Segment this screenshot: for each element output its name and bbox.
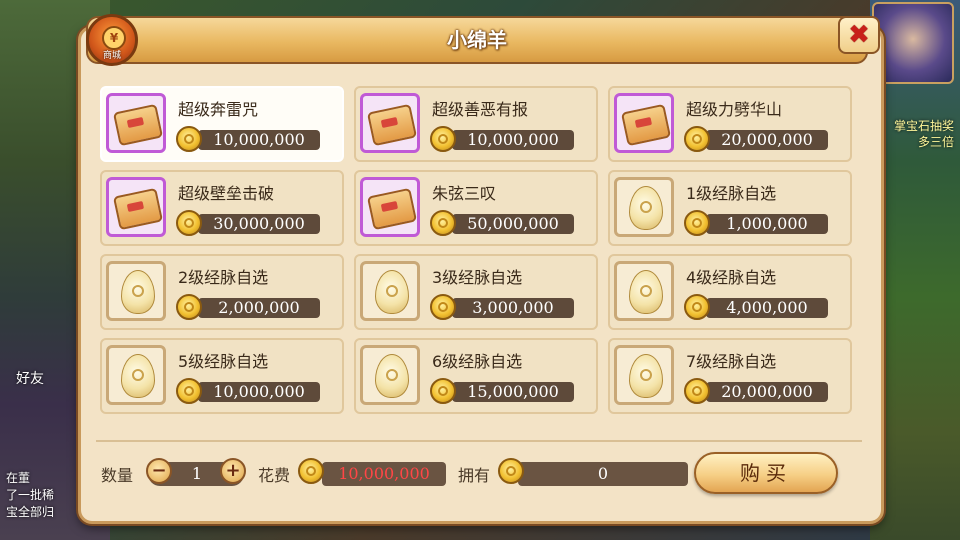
shop-item-card[interactable]: 超级奔雷咒 10,000,000 xyxy=(100,86,344,162)
item-price: 20,000,000 xyxy=(721,130,813,149)
owned-label: 拥有 xyxy=(458,466,491,485)
item-grid: 超级奔雷咒 10,000,000 超级善恶有报 10,000,000 超级力劈华山 20,… xyxy=(100,86,860,414)
shop-item-card[interactable]: 5级经脉自选 10,000,000 xyxy=(100,338,344,414)
scroll-icon xyxy=(112,103,163,147)
chat-line: 宝全部归 xyxy=(6,505,55,519)
item-name: 1级经脉自选 xyxy=(686,184,777,203)
close-button[interactable]: ✖ xyxy=(838,16,880,54)
shop-panel: 小绵羊 ¥ 商城 ✖ 超级奔雷咒 10,000,000 超级善恶有报 10,000,0… xyxy=(66,14,888,524)
item-price: 15,000,000 xyxy=(467,382,559,401)
item-icon-frame xyxy=(360,177,420,237)
item-name: 3级经脉自选 xyxy=(432,268,523,287)
gold-coin-icon xyxy=(298,458,324,484)
shop-item-card[interactable]: 7级经脉自选 20,000,000 xyxy=(608,338,852,414)
item-price: 4,000,000 xyxy=(726,298,808,317)
item-icon-frame xyxy=(360,93,420,153)
cost-label: 花费 xyxy=(258,466,291,485)
owned-value: 0 xyxy=(597,464,609,483)
item-price: 10,000,000 xyxy=(213,382,305,401)
item-icon-frame xyxy=(614,261,674,321)
item-name: 2级经脉自选 xyxy=(178,268,269,287)
egg-icon xyxy=(121,270,155,314)
quantity-minus-button[interactable]: − xyxy=(146,458,172,484)
shop-item-card[interactable]: 6级经脉自选 15,000,000 xyxy=(354,338,598,414)
item-price: 10,000,000 xyxy=(467,130,559,149)
item-price: 3,000,000 xyxy=(472,298,554,317)
item-icon-frame xyxy=(106,177,166,237)
scroll-icon xyxy=(620,103,671,147)
item-name: 朱弦三叹 xyxy=(432,184,497,203)
item-price: 50,000,000 xyxy=(467,214,559,233)
item-name: 超级善恶有报 xyxy=(432,100,529,119)
event-line: 多三倍 xyxy=(917,135,954,149)
buy-button[interactable]: 购买 xyxy=(694,452,838,494)
scroll-icon xyxy=(366,103,417,147)
scroll-icon xyxy=(366,187,417,231)
item-icon-frame xyxy=(360,345,420,405)
cost-value: 10,000,000 xyxy=(338,464,430,483)
shop-item-card[interactable]: 1级经脉自选 1,000,000 xyxy=(608,170,852,246)
shop-item-card[interactable]: 超级力劈华山 20,000,000 xyxy=(608,86,852,162)
item-name: 4级经脉自选 xyxy=(686,268,777,287)
egg-icon xyxy=(629,186,663,230)
purchase-footer: 数量 1 − + 花费 10,000,000 拥有 0 购买 xyxy=(66,452,888,496)
item-name: 7级经脉自选 xyxy=(686,352,777,371)
panel-title: 小绵羊 xyxy=(447,28,507,52)
friend-button-label[interactable]: 好友 xyxy=(16,368,44,388)
item-price: 2,000,000 xyxy=(218,298,300,317)
scroll-icon xyxy=(112,187,163,231)
item-icon-frame xyxy=(106,261,166,321)
quantity-value[interactable]: 1 xyxy=(176,462,218,486)
egg-icon xyxy=(375,354,409,398)
egg-icon xyxy=(375,270,409,314)
shop-badge-label: 商城 xyxy=(102,51,121,61)
shop-badge: ¥ 商城 xyxy=(86,14,138,66)
item-price: 10,000,000 xyxy=(213,130,305,149)
item-grid-scroll[interactable]: 超级奔雷咒 10,000,000 超级善恶有报 10,000,000 超级力劈华山 20,… xyxy=(100,86,860,438)
item-icon-frame xyxy=(360,261,420,321)
item-name: 超级奔雷咒 xyxy=(178,100,259,119)
shop-item-card[interactable]: 超级善恶有报 10,000,000 xyxy=(354,86,598,162)
item-name: 超级力劈华山 xyxy=(686,100,783,119)
money-bag-icon: ¥ xyxy=(102,26,126,50)
item-icon-frame xyxy=(614,93,674,153)
shop-item-card[interactable]: 4级经脉自选 4,000,000 xyxy=(608,254,852,330)
event-line: 掌宝石抽奖 xyxy=(893,119,954,133)
footer-divider xyxy=(96,440,862,442)
item-name: 5级经脉自选 xyxy=(178,352,269,371)
quantity-label: 数量 xyxy=(101,466,134,485)
item-price: 30,000,000 xyxy=(213,214,305,233)
chat-line: 在董 xyxy=(6,471,31,485)
item-name: 6级经脉自选 xyxy=(432,352,523,371)
shop-item-card[interactable]: 超级壁垒击破 30,000,000 xyxy=(100,170,344,246)
shop-item-card[interactable]: 3级经脉自选 3,000,000 xyxy=(354,254,598,330)
item-icon-frame xyxy=(106,93,166,153)
egg-icon xyxy=(629,354,663,398)
item-icon-frame xyxy=(106,345,166,405)
item-price: 1,000,000 xyxy=(726,214,808,233)
item-name: 超级壁垒击破 xyxy=(178,184,275,203)
quantity-plus-button[interactable]: + xyxy=(220,458,246,484)
chat-log: 在董 了一批稀 宝全部归 xyxy=(6,470,54,521)
item-price: 20,000,000 xyxy=(721,382,813,401)
shop-item-card[interactable]: 2级经脉自选 2,000,000 xyxy=(100,254,344,330)
item-icon-frame xyxy=(614,177,674,237)
egg-icon xyxy=(121,354,155,398)
egg-icon xyxy=(629,270,663,314)
shop-item-card[interactable]: 朱弦三叹 50,000,000 xyxy=(354,170,598,246)
chat-line: 了一批稀 xyxy=(6,488,55,502)
item-icon-frame xyxy=(614,345,674,405)
